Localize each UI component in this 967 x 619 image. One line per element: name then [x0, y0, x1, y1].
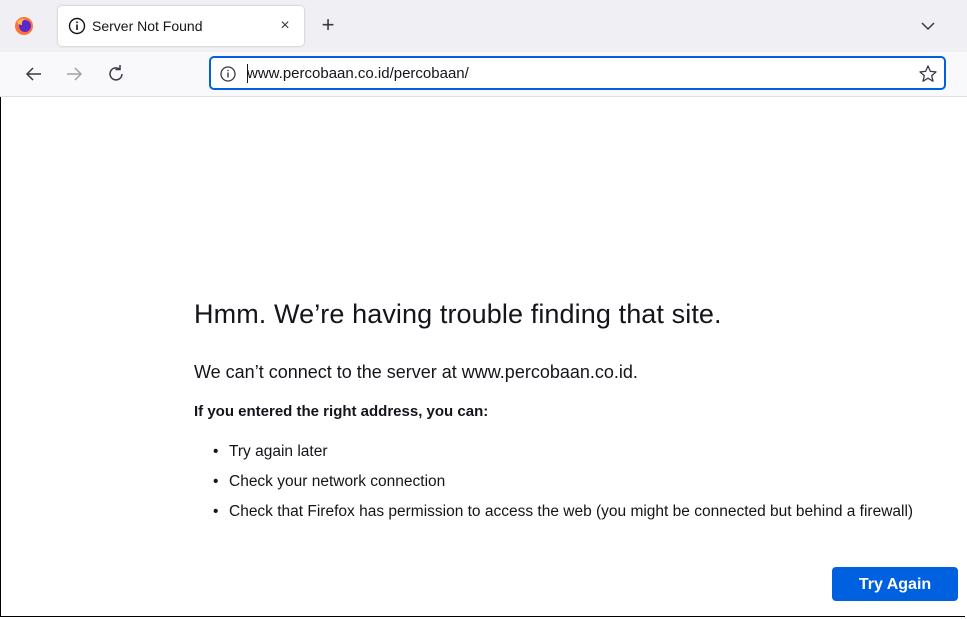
error-page: Hmm. We’re having trouble finding that s… [0, 97, 967, 619]
suggestion-text: Check that Firefox has permission to acc… [229, 503, 914, 520]
try-again-button[interactable]: Try Again [832, 567, 958, 601]
bullet: • [213, 503, 219, 520]
forward-arrow-icon[interactable] [62, 62, 86, 86]
suggestion-list: • Try again later • Check your network con… [213, 442, 913, 532]
tab-strip: Server Not Found × + [0, 0, 967, 52]
url-bar[interactable]: www.percobaan.co.id/percobaan/ [209, 56, 946, 90]
close-icon[interactable]: × [274, 15, 296, 37]
info-icon [68, 17, 86, 35]
new-tab-button[interactable]: + [316, 14, 340, 38]
bullet: • [213, 473, 219, 490]
back-arrow-icon[interactable] [22, 62, 46, 86]
tab-title: Server Not Found [92, 18, 203, 34]
suggestion-text: Try again later [229, 443, 328, 460]
list-item: • Try again later [213, 442, 913, 472]
list-item: • Check that Firefox has permission to ac… [213, 502, 913, 532]
chevron-down-icon[interactable] [916, 16, 940, 36]
error-subheading: If you entered the right address, you ca… [194, 403, 489, 420]
info-icon[interactable] [219, 65, 237, 83]
error-title: Hmm. We’re having trouble finding that s… [194, 299, 722, 329]
firefox-logo-icon[interactable] [14, 16, 34, 36]
reload-icon[interactable] [104, 62, 128, 86]
tab-server-not-found[interactable]: Server Not Found × [58, 6, 304, 46]
star-icon[interactable] [918, 64, 938, 84]
bullet: • [213, 443, 219, 460]
suggestion-text: Check your network connection [229, 473, 446, 490]
list-item: • Check your network connection [213, 472, 913, 502]
url-text[interactable]: www.percobaan.co.id/percobaan/ [247, 65, 469, 82]
error-description: We can’t connect to the server at www.pe… [194, 362, 638, 382]
